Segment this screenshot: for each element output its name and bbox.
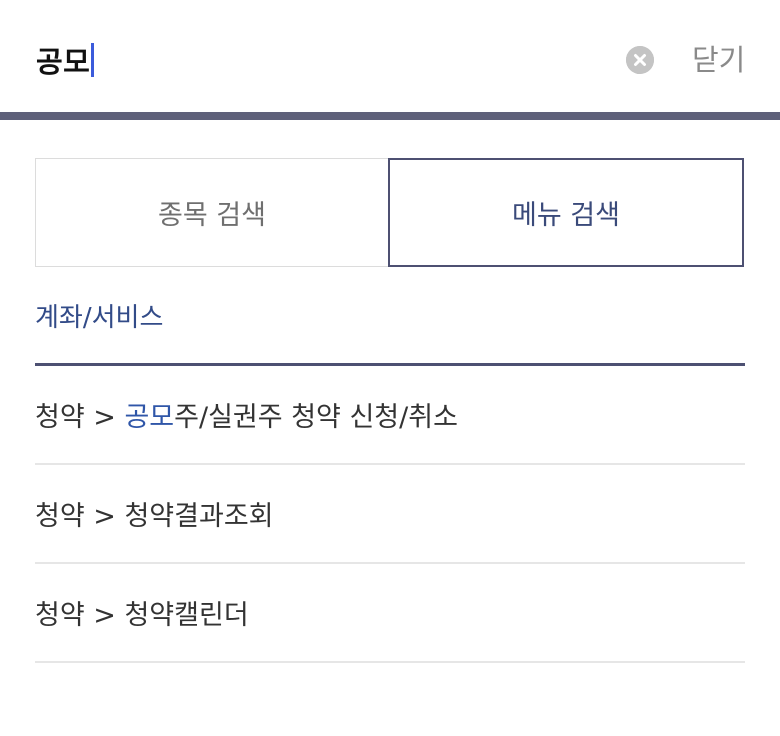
header-divider: [0, 112, 780, 120]
result-prefix: 청약 >: [35, 501, 125, 532]
result-prefix: 청약 >: [35, 600, 125, 631]
clear-search-button[interactable]: [626, 46, 654, 74]
result-item-subscription-calendar[interactable]: 청약 > 청약캘린더: [35, 564, 745, 663]
text-caret: [91, 43, 95, 77]
tab-stock-search[interactable]: 종목 검색: [35, 158, 388, 267]
search-results-list: 청약 > 공모 주/실권주 청약 신청/취소 청약 > 청약결과조회 청약 > 청…: [35, 366, 745, 663]
section-title: 계좌/서비스: [35, 303, 164, 333]
result-item-public-offering[interactable]: 청약 > 공모 주/실권주 청약 신청/취소: [35, 366, 745, 465]
search-type-tabs: 종목 검색 메뉴 검색: [35, 158, 744, 267]
result-rest: 청약캘린더: [124, 600, 249, 631]
close-button[interactable]: 닫기: [692, 38, 745, 82]
result-prefix: 청약 >: [35, 402, 125, 433]
clear-circle-x-icon: [626, 46, 654, 74]
result-item-subscription-results[interactable]: 청약 > 청약결과조회: [35, 465, 745, 564]
search-input[interactable]: 공모: [36, 38, 95, 82]
result-rest: 청약결과조회: [124, 501, 274, 532]
result-highlight: 공모: [124, 402, 175, 433]
result-rest: 주/실권주 청약 신청/취소: [174, 402, 458, 433]
tab-menu-search[interactable]: 메뉴 검색: [388, 158, 744, 267]
search-bar: 공모 닫기: [0, 0, 780, 112]
search-query-text[interactable]: 공모: [36, 39, 90, 81]
